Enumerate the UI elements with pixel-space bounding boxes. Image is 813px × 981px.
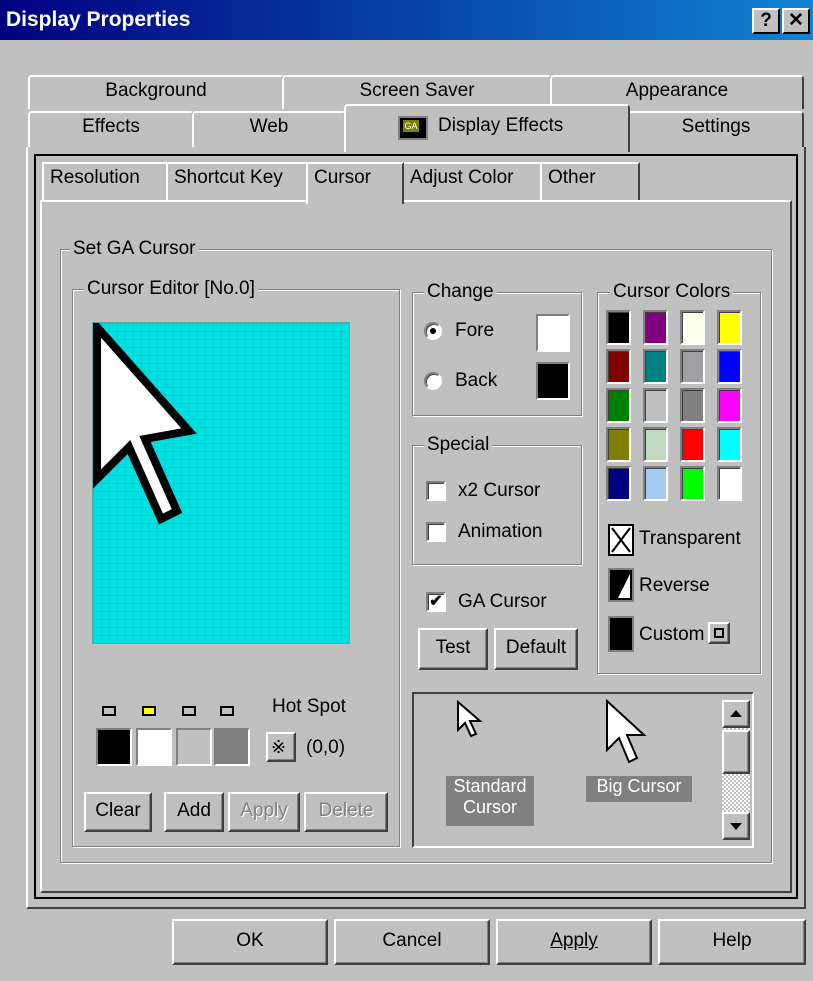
cursor-color-swatch[interactable] <box>606 427 631 462</box>
cursor-color-swatch[interactable] <box>643 388 668 423</box>
cursor-color-swatch[interactable] <box>606 310 631 345</box>
ga-monitor-icon: GA <box>398 116 428 140</box>
tab-display-effects-label: Display Effects <box>438 115 564 136</box>
cursor-color-swatch[interactable] <box>717 427 742 462</box>
cursor-color-swatch[interactable] <box>680 388 705 423</box>
cursor-color-swatch[interactable] <box>680 466 705 501</box>
scroll-up-button[interactable] <box>722 700 750 728</box>
subtab-cursor[interactable]: Cursor <box>306 162 404 204</box>
tab-settings[interactable]: Settings <box>628 111 804 149</box>
change-title: Change <box>424 282 497 302</box>
ok-button[interactable]: OK <box>172 919 328 965</box>
cursor-color-swatch[interactable] <box>717 466 742 501</box>
cursor-editor-title: Cursor Editor [No.0] <box>84 279 258 299</box>
back-radio[interactable] <box>424 372 442 390</box>
cursor-color-swatch[interactable] <box>643 427 668 462</box>
tab-effects[interactable]: Effects <box>28 111 194 149</box>
hot-spot-value: (0,0) <box>306 737 346 758</box>
transparent-icon[interactable] <box>608 524 634 556</box>
back-label: Back <box>455 370 498 391</box>
palette-gray[interactable] <box>214 728 250 766</box>
cursor-color-swatch[interactable] <box>680 310 705 345</box>
scroll-down-button[interactable] <box>722 812 750 840</box>
standard-cursor-icon <box>457 700 483 738</box>
cursor-color-swatch[interactable] <box>606 349 631 384</box>
indicator-box-3 <box>182 706 196 716</box>
palette-silver[interactable] <box>176 728 212 766</box>
custom-color-swatch[interactable] <box>608 616 634 652</box>
special-group <box>412 445 582 565</box>
reverse-icon[interactable] <box>608 568 634 602</box>
hot-spot-button[interactable]: ※ <box>266 732 296 762</box>
reverse-label: Reverse <box>639 575 710 596</box>
indicator-box-4 <box>220 706 234 716</box>
set-ga-cursor-title: Set GA Cursor <box>70 239 199 259</box>
tab-display-effects[interactable]: GA Display Effects <box>344 104 630 152</box>
add-button[interactable]: Add <box>164 792 224 832</box>
cursor-color-swatch[interactable] <box>717 349 742 384</box>
cursor-pixel-grid[interactable] <box>92 322 350 644</box>
close-button[interactable]: ✕ <box>782 8 810 34</box>
cursor-color-swatch[interactable] <box>606 388 631 423</box>
animation-checkbox[interactable] <box>426 522 446 542</box>
window-title: Display Properties <box>6 8 191 31</box>
big-cursor-label[interactable]: Big Cursor <box>586 776 692 802</box>
arrow-cursor-drawing <box>93 323 197 525</box>
cursor-color-swatch[interactable] <box>606 466 631 501</box>
cursor-color-swatch[interactable] <box>643 310 668 345</box>
cursor-color-swatch[interactable] <box>717 310 742 345</box>
delete-button[interactable]: Delete <box>304 792 388 832</box>
arrow-up-icon <box>730 710 742 717</box>
indicator-box-2 <box>142 706 156 716</box>
ga-cursor-label: GA Cursor <box>458 591 547 612</box>
test-button[interactable]: Test <box>418 628 488 670</box>
subtab-adjust-color[interactable]: Adjust Color <box>402 162 542 200</box>
cursor-color-swatch[interactable] <box>717 388 742 423</box>
standard-cursor-label[interactable]: Standard Cursor <box>446 776 534 826</box>
cursor-color-grid <box>606 310 746 510</box>
back-color-swatch[interactable] <box>536 362 570 400</box>
fore-label: Fore <box>455 320 495 341</box>
cursor-colors-title: Cursor Colors <box>610 282 734 302</box>
hot-spot-label: Hot Spot <box>272 696 346 717</box>
clear-button[interactable]: Clear <box>84 792 152 832</box>
cursor-color-swatch[interactable] <box>680 349 705 384</box>
cursor-color-swatch[interactable] <box>643 349 668 384</box>
subtab-shortcut-key[interactable]: Shortcut Key <box>166 162 308 200</box>
tab-web[interactable]: Web <box>192 111 346 149</box>
scroll-thumb[interactable] <box>722 730 750 774</box>
x2-cursor-label: x2 Cursor <box>458 480 541 501</box>
arrow-down-icon <box>730 823 742 830</box>
fore-color-swatch[interactable] <box>536 314 570 352</box>
palette-black[interactable] <box>96 728 132 766</box>
cursor-preview-area: Standard Cursor Big Cursor <box>412 692 754 848</box>
default-button[interactable]: Default <box>494 628 578 670</box>
help-title-button[interactable]: ? <box>752 8 780 34</box>
special-title: Special <box>424 435 493 455</box>
tab-background[interactable]: Background <box>28 75 284 109</box>
transparent-label: Transparent <box>639 528 741 549</box>
cursor-color-swatch[interactable] <box>680 427 705 462</box>
editor-apply-button[interactable]: Apply <box>228 792 300 832</box>
subtab-other[interactable]: Other <box>540 162 640 200</box>
square-icon <box>714 628 724 638</box>
x2-cursor-checkbox[interactable] <box>426 481 446 501</box>
apply-button[interactable]: Apply <box>496 919 652 965</box>
animation-label: Animation <box>458 521 543 542</box>
help-button[interactable]: Help <box>658 919 806 965</box>
custom-color-button[interactable] <box>708 622 730 644</box>
ga-cursor-checkbox[interactable]: ✔ <box>426 592 446 612</box>
subtab-resolution[interactable]: Resolution <box>42 162 168 200</box>
hotspot-icon: ※ <box>271 737 287 757</box>
custom-label: Custom <box>639 624 705 645</box>
cursor-color-swatch[interactable] <box>643 466 668 501</box>
big-cursor-icon <box>606 698 647 764</box>
cancel-button[interactable]: Cancel <box>334 919 490 965</box>
indicator-box-1 <box>102 706 116 716</box>
palette-white[interactable] <box>136 728 172 766</box>
fore-radio[interactable] <box>424 322 442 340</box>
